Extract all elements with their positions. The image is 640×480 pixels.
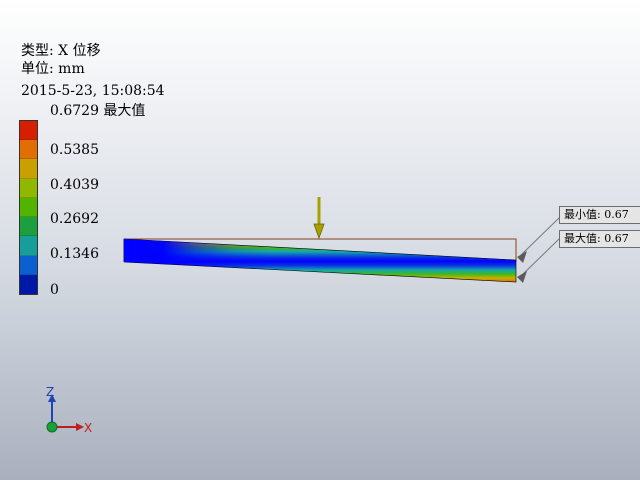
x-axis-arrow	[76, 423, 84, 431]
load-arrow-head	[313, 223, 325, 240]
deformed-beam-fixed-region	[124, 239, 516, 282]
triad-graphic	[46, 394, 84, 433]
min-callout-leader	[520, 217, 560, 256]
min-point-marker	[517, 251, 527, 263]
max-value-callout: 最大值: 0.67	[559, 230, 640, 248]
x-axis-label: X	[84, 421, 93, 435]
z-axis-label: Z	[46, 385, 55, 399]
ansys-result-viewport[interactable]: 类型: X 位移 单位: mm 2015-5-23, 15:08:54 0.67…	[0, 0, 640, 480]
max-callout-leader	[520, 238, 560, 277]
max-point-marker	[517, 271, 527, 283]
coordinate-triad: Z X	[30, 380, 110, 450]
triad-origin	[46, 421, 58, 433]
min-value-callout: 最小值: 0.67	[559, 206, 640, 224]
